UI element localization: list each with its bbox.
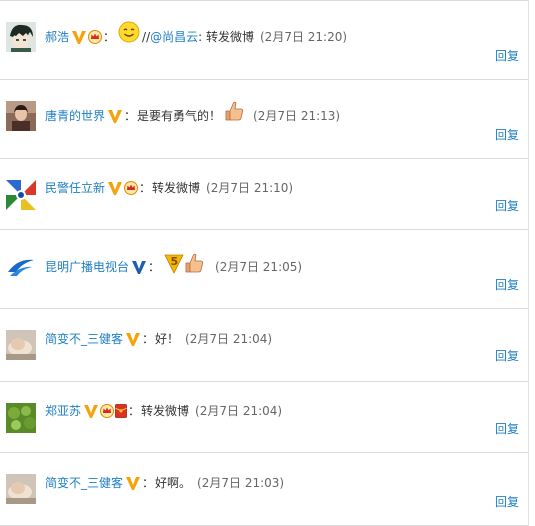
v-blue-icon bbox=[132, 261, 147, 274]
comment-text: 好！ bbox=[155, 332, 180, 346]
comment-line: 昆明广播电视台 ： 5 (2月7日 21:05) bbox=[45, 253, 303, 277]
mention-link[interactable]: @尚昌云 bbox=[150, 28, 198, 46]
avatar[interactable] bbox=[6, 330, 36, 360]
comment-item: 唐青的世界 ： 是要有勇气的！ (2月7日 21:13) 回复 bbox=[0, 80, 528, 159]
comment-item: 简变不_三健客 ： 好！ (2月7日 21:04) 回复 bbox=[0, 309, 528, 382]
svg-text:5: 5 bbox=[171, 255, 179, 268]
comment-item: 昆明广播电视台 ： 5 (2月7日 21:05) 回复 bbox=[0, 230, 528, 309]
crown-icon bbox=[88, 30, 103, 44]
comment-item: 民警任立新 ： 转发微博 (2月7日 21:10) 回复 bbox=[0, 159, 528, 230]
comment-time: (2月7日 21:10) bbox=[206, 181, 294, 195]
avatar[interactable] bbox=[6, 101, 36, 131]
username-link[interactable]: 昆明广播电视台 bbox=[45, 258, 129, 276]
comment-text: 是要有勇气的！ bbox=[137, 109, 222, 123]
avatar[interactable] bbox=[6, 474, 36, 504]
avatar-nature-image bbox=[6, 403, 36, 433]
comment-time: (2月7日 21:03) bbox=[197, 476, 285, 490]
five-and-thumbs-up-emoji-icon: 5 bbox=[164, 253, 204, 274]
v-orange-icon bbox=[72, 31, 87, 44]
username-link[interactable]: 郑亚苏 bbox=[45, 402, 81, 420]
red-envelope-icon bbox=[115, 404, 127, 418]
comment-time: (2月7日 21:04) bbox=[195, 404, 283, 418]
comment-text: 转发微博 bbox=[152, 181, 201, 195]
comment-time: (2月7日 21:20) bbox=[260, 30, 348, 44]
comment-text: : 转发微博 bbox=[198, 30, 254, 44]
v-orange-icon bbox=[108, 110, 123, 123]
avatar-baby-image bbox=[6, 474, 36, 504]
reply-button[interactable]: 回复 bbox=[495, 347, 519, 364]
crown-icon bbox=[100, 404, 115, 418]
comment-line: 民警任立新 ： 转发微博 (2月7日 21:10) bbox=[45, 179, 294, 197]
avatar[interactable] bbox=[6, 403, 36, 433]
reply-button[interactable]: 回复 bbox=[495, 197, 519, 214]
avatar[interactable] bbox=[6, 252, 36, 282]
smile-emoji-icon bbox=[118, 21, 140, 43]
username-link[interactable]: 民警任立新 bbox=[45, 179, 105, 197]
username-link[interactable]: 简变不_三健客 bbox=[45, 330, 123, 348]
avatar-broadcast-logo-image bbox=[6, 252, 36, 282]
comment-line: 简变不_三健客 ： 好！ (2月7日 21:04) bbox=[45, 330, 273, 348]
comment-text: 好啊。 bbox=[155, 476, 192, 490]
v-orange-icon bbox=[108, 182, 123, 195]
avatar[interactable] bbox=[6, 22, 36, 52]
avatar-anime-boy-image bbox=[6, 22, 36, 52]
reply-button[interactable]: 回复 bbox=[495, 47, 519, 64]
repost-separator: // bbox=[142, 30, 151, 44]
username-link[interactable]: 简变不_三健客 bbox=[45, 474, 123, 492]
v-orange-icon bbox=[126, 333, 141, 346]
comment-text: 转发微博 bbox=[141, 404, 190, 418]
avatar-portrait-image bbox=[6, 101, 36, 131]
comment-line: 唐青的世界 ： 是要有勇气的！ (2月7日 21:13) bbox=[45, 101, 341, 126]
comment-item: 郝浩 ： // @尚昌云 : 转发微博 (2月7日 21:20) 回复 bbox=[0, 1, 528, 80]
comment-time: (2月7日 21:13) bbox=[253, 109, 341, 123]
reply-button[interactable]: 回复 bbox=[495, 126, 519, 143]
comment-time: (2月7日 21:04) bbox=[185, 332, 273, 346]
comment-time: (2月7日 21:05) bbox=[215, 260, 303, 274]
crown-icon bbox=[124, 181, 139, 195]
reply-button[interactable]: 回复 bbox=[495, 493, 519, 510]
reply-button[interactable]: 回复 bbox=[495, 420, 519, 437]
avatar-baby-image bbox=[6, 330, 36, 360]
v-orange-icon bbox=[126, 477, 141, 490]
comment-line: 郑亚苏 ： 转发微博 (2月7日 21:04) bbox=[45, 402, 283, 420]
comment-line: 简变不_三健客 ： 好啊。 (2月7日 21:03) bbox=[45, 474, 285, 492]
username-link[interactable]: 郝浩 bbox=[45, 28, 69, 46]
right-divider bbox=[528, 0, 529, 526]
thumbs-up-emoji-icon bbox=[225, 101, 244, 121]
reply-button[interactable]: 回复 bbox=[495, 276, 519, 293]
avatar[interactable] bbox=[6, 180, 36, 210]
avatar-police-logo-image bbox=[6, 180, 36, 210]
v-orange-icon bbox=[84, 405, 99, 418]
username-link[interactable]: 唐青的世界 bbox=[45, 107, 105, 125]
comment-item: 郑亚苏 ： 转发微博 (2月7日 21:04) 回复 bbox=[0, 382, 528, 453]
comment-line: 郝浩 ： // @尚昌云 : 转发微博 (2月7日 21:20) bbox=[45, 21, 348, 47]
comment-item: 简变不_三健客 ： 好啊。 (2月7日 21:03) 回复 bbox=[0, 453, 528, 526]
